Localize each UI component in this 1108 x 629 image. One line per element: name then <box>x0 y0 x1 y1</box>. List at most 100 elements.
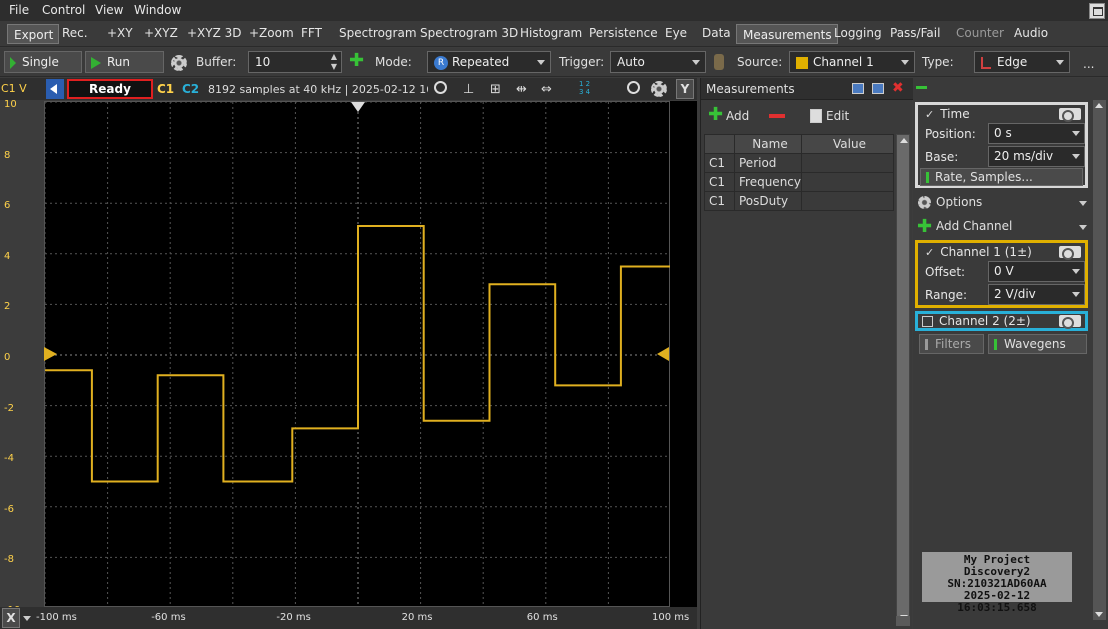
tab-xy[interactable]: +XY <box>102 24 138 44</box>
column-value[interactable]: Value <box>801 134 894 154</box>
time-gear-icon[interactable] <box>1059 108 1081 122</box>
tab-data[interactable]: Data <box>697 24 736 44</box>
add-measurement-icon[interactable]: ✚ <box>708 106 723 124</box>
wavegens-button[interactable]: Wavegens <box>988 334 1087 354</box>
add-channel-button[interactable]: Add Channel <box>936 219 1012 233</box>
chevron-down-icon[interactable] <box>1072 131 1080 136</box>
tab-counter[interactable]: Counter <box>951 24 1009 44</box>
chevron-down-icon[interactable] <box>23 616 31 621</box>
scroll-up-icon[interactable] <box>1095 103 1103 108</box>
table-row[interactable]: C1 Period <box>704 153 894 173</box>
chevron-down-icon[interactable] <box>1079 201 1087 206</box>
chevron-down-icon[interactable] <box>1072 292 1080 297</box>
buffer-spinner-icon[interactable]: ▲ ▼ <box>331 52 337 72</box>
channel-1-gear-icon[interactable] <box>1059 246 1081 260</box>
plot-right-margin <box>657 101 697 607</box>
tab-spectrogram-3d[interactable]: Spectrogram 3D <box>415 24 523 44</box>
menu-control[interactable]: Control <box>42 3 85 17</box>
fit-icon[interactable]: ⊞ <box>490 82 501 97</box>
c2-indicator[interactable]: C2 <box>182 82 199 96</box>
table-row[interactable]: C1 Frequency <box>704 172 894 192</box>
panel-scrollbar[interactable] <box>1093 100 1106 620</box>
tab-rec[interactable]: Rec. <box>57 24 93 44</box>
menu-view[interactable]: View <box>95 3 123 17</box>
chevron-down-icon[interactable] <box>1072 154 1080 159</box>
check-icon[interactable]: ✓ <box>925 246 934 259</box>
add-channel-icon[interactable]: ✚ <box>917 218 932 236</box>
tab-spectrogram[interactable]: Spectrogram <box>334 24 422 44</box>
remove-icon[interactable] <box>769 114 785 118</box>
tab-xyz[interactable]: +XYZ <box>139 24 183 44</box>
filters-button[interactable]: Filters <box>919 334 984 354</box>
single-button[interactable]: Single <box>4 51 82 73</box>
menu-window[interactable]: Window <box>134 3 181 17</box>
align-top-icon[interactable]: ⊥ <box>463 82 474 97</box>
tab-zoom[interactable]: +Zoom <box>244 24 299 44</box>
close-icon[interactable]: ✖ <box>892 80 904 96</box>
single-label: Single <box>22 55 59 69</box>
table-row[interactable]: C1 PosDuty <box>704 191 894 211</box>
check-icon[interactable]: ✓ <box>925 108 934 121</box>
trigger-dropdown[interactable]: Auto <box>610 51 706 73</box>
options-button[interactable]: Options <box>936 195 982 209</box>
checkbox-icon[interactable] <box>922 316 933 327</box>
scroll-up-icon[interactable] <box>900 138 908 143</box>
zoom-icon[interactable] <box>434 81 447 94</box>
trigger-position-icon[interactable] <box>351 102 365 112</box>
tab-xyz-3d[interactable]: +XYZ 3D <box>182 24 247 44</box>
scale-icon[interactable]: ⇔ <box>541 82 552 97</box>
tab-audio[interactable]: Audio <box>1009 24 1053 44</box>
column-name[interactable]: Name <box>734 134 802 154</box>
add-icon[interactable]: ✚ <box>349 52 364 70</box>
vertical-scrollbar[interactable] <box>896 134 910 624</box>
chevron-down-icon[interactable] <box>1079 225 1087 230</box>
offset-marker-left-icon[interactable] <box>44 347 57 361</box>
mode-icon: R <box>434 55 448 70</box>
float-icon[interactable] <box>872 83 884 94</box>
y-axis-button[interactable]: Y <box>676 79 694 99</box>
measurement-value <box>801 153 894 173</box>
scope-plot[interactable] <box>44 101 671 608</box>
restore-window-icon[interactable] <box>1089 3 1105 19</box>
plot-gear-icon[interactable] <box>651 81 667 97</box>
scroll-down-icon[interactable] <box>1095 612 1103 617</box>
collapse-panel-icon[interactable] <box>916 86 927 89</box>
source-dropdown[interactable]: Channel 1 <box>789 51 915 73</box>
tab-pass-fail[interactable]: Pass/Fail <box>885 24 945 44</box>
settings-gear-icon[interactable] <box>171 55 187 71</box>
tab-logging[interactable]: Logging <box>829 24 887 44</box>
tab-histogram[interactable]: Histogram <box>515 24 587 44</box>
magnify-icon[interactable] <box>627 81 640 94</box>
rate-samples-button[interactable]: Rate, Samples... <box>920 168 1083 186</box>
mode-dropdown[interactable]: R Repeated <box>427 51 551 73</box>
menu-file[interactable]: File <box>9 3 29 17</box>
c1-indicator[interactable]: C1 <box>157 82 174 96</box>
measurement-value <box>801 191 894 211</box>
instrument-toolbar: Export Rec. +XY +XYZ +XYZ 3D +Zoom FFT S… <box>0 21 1108 47</box>
channel-1-section: ✓ Channel 1 (1±) Offset: 0 V Range: 2 V/d… <box>915 240 1088 308</box>
range-field[interactable]: 2 V/div <box>988 284 1085 305</box>
type-dropdown[interactable]: Edge <box>974 51 1070 73</box>
run-button[interactable]: Run <box>85 51 164 73</box>
buffer-input[interactable]: 10 ▲ ▼ <box>248 51 342 73</box>
offset-field[interactable]: 0 V <box>988 261 1085 282</box>
edit-measurement-button[interactable]: Edit <box>826 109 849 123</box>
more-options[interactable]: ... <box>1083 57 1094 71</box>
collapse-button[interactable] <box>46 79 64 99</box>
tab-fft[interactable]: FFT <box>296 24 327 44</box>
x-axis-button[interactable]: X <box>2 608 20 628</box>
tab-eye[interactable]: Eye <box>660 24 692 44</box>
position-field[interactable]: 0 s <box>988 123 1085 144</box>
channel-2-gear-icon[interactable] <box>1059 315 1081 329</box>
offset-marker-right-icon[interactable] <box>657 347 669 361</box>
center-icon[interactable]: ⇹ <box>516 82 527 97</box>
chevron-down-icon[interactable] <box>1072 269 1080 274</box>
add-measurement-button[interactable]: Add <box>726 109 749 123</box>
x-tick-label: -100 ms <box>36 612 77 623</box>
tab-export[interactable]: Export <box>7 24 60 44</box>
tab-measurements[interactable]: Measurements <box>736 24 838 44</box>
dock-icon[interactable] <box>852 83 864 94</box>
tab-persistence[interactable]: Persistence <box>584 24 663 44</box>
channel-order-icon[interactable]: 1 23 4 <box>579 80 590 96</box>
base-field[interactable]: 20 ms/div <box>988 146 1085 167</box>
